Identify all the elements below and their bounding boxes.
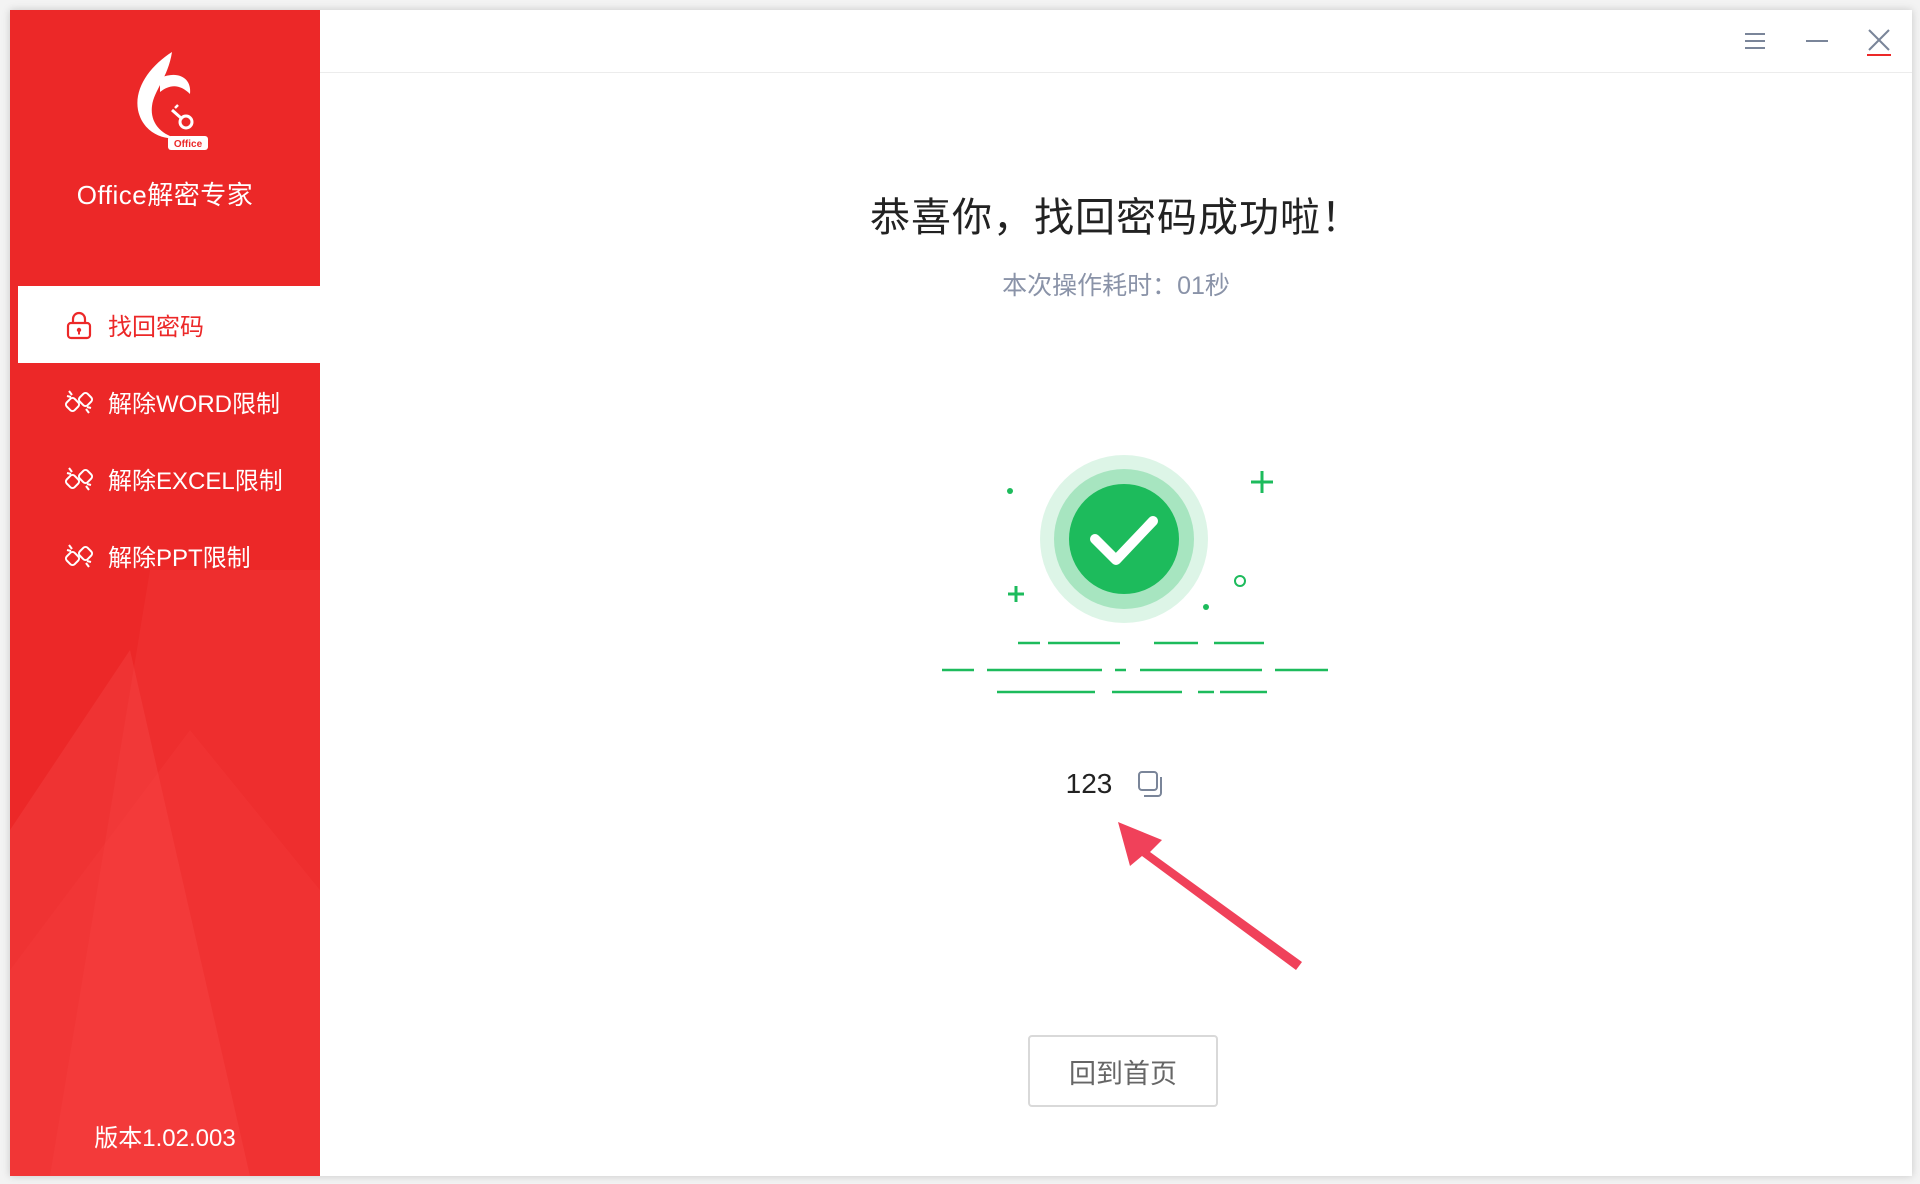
copy-icon[interactable] bbox=[1136, 769, 1166, 799]
sidebar-nav: 找回密码 解除WORD限制 解除EXCEL限制 解除PPT限制 bbox=[18, 286, 320, 594]
title-bar bbox=[320, 10, 1912, 73]
version-label: 版本1.02.003 bbox=[94, 1125, 236, 1152]
unlink-icon bbox=[64, 387, 94, 417]
main-panel: 恭喜你，找回密码成功啦！ 本次操作耗时：01秒 123 回到首页 bbox=[320, 10, 1912, 1176]
app-name: Office解密专家 bbox=[76, 180, 254, 210]
sidebar-item-unlock-excel[interactable]: 解除EXCEL限制 bbox=[18, 440, 320, 517]
success-illustration bbox=[942, 455, 1328, 694]
sidebar-item-unlock-word[interactable]: 解除WORD限制 bbox=[18, 363, 320, 440]
sidebar-item-recover-password[interactable]: 找回密码 bbox=[18, 286, 320, 363]
app-logo: Office bbox=[137, 52, 208, 150]
elapsed-time: 本次操作耗时：01秒 bbox=[1002, 272, 1230, 300]
menu-icon[interactable] bbox=[1740, 26, 1770, 56]
unlink-icon bbox=[64, 541, 94, 571]
close-icon[interactable] bbox=[1864, 26, 1894, 56]
sidebar-item-label: 解除PPT限制 bbox=[108, 545, 251, 572]
logo-badge-text: Office bbox=[174, 139, 203, 150]
lock-icon bbox=[64, 310, 94, 340]
back-home-button[interactable]: 回到首页 bbox=[1028, 1035, 1218, 1107]
sidebar-item-label: 找回密码 bbox=[108, 314, 204, 341]
unlink-icon bbox=[64, 464, 94, 494]
password-row: 123 bbox=[320, 768, 1912, 800]
annotation-arrow bbox=[1118, 822, 1302, 970]
recovered-password: 123 bbox=[1065, 768, 1113, 799]
app-window: Office Office解密专家 找回密码 解除WORD限制 解除EXCEL限… bbox=[10, 10, 1912, 1176]
sidebar-item-label: 解除EXCEL限制 bbox=[108, 468, 283, 495]
sidebar-item-label: 解除WORD限制 bbox=[108, 391, 280, 418]
sidebar: Office Office解密专家 找回密码 解除WORD限制 解除EXCEL限… bbox=[10, 10, 320, 1176]
minimize-icon[interactable] bbox=[1802, 26, 1832, 56]
success-headline: 恭喜你，找回密码成功啦！ bbox=[870, 196, 1362, 240]
sidebar-item-unlock-ppt[interactable]: 解除PPT限制 bbox=[18, 517, 320, 594]
